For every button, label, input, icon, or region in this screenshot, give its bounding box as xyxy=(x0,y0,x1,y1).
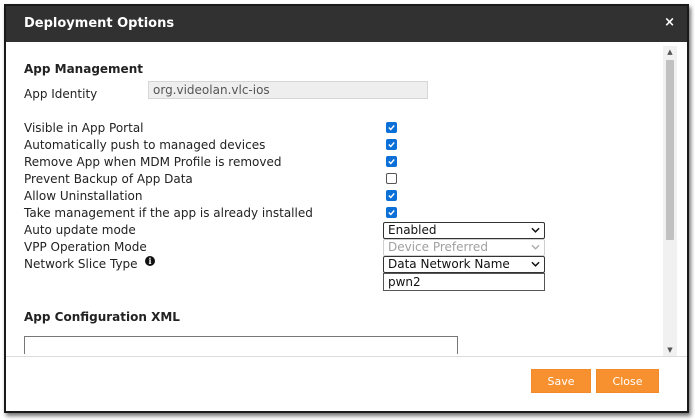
info-icon[interactable]: i xyxy=(145,256,155,266)
save-button[interactable]: Save xyxy=(531,369,591,393)
app-identity-label: App Identity xyxy=(24,87,98,101)
dialog-title: Deployment Options xyxy=(24,16,175,31)
dialog-titlebar: Deployment Options × xyxy=(6,6,687,42)
auto-push-label: Automatically push to managed devices xyxy=(24,138,266,152)
prevent-backup-checkbox[interactable] xyxy=(386,173,397,184)
take-management-label: Take management if the app is already in… xyxy=(24,206,313,220)
checkmark-icon xyxy=(388,159,395,165)
app-configuration-xml-input[interactable] xyxy=(24,336,458,354)
app-configuration-heading: App Configuration XML xyxy=(24,310,180,324)
visible-in-app-portal-checkbox[interactable] xyxy=(386,122,397,133)
network-slice-value: Data Network Name xyxy=(388,257,510,271)
chevron-down-icon xyxy=(531,244,540,250)
deployment-options-dialog: Deployment Options × App Management App … xyxy=(4,4,689,413)
scroll-up-icon[interactable]: ▲ xyxy=(663,46,677,58)
auto-push-checkbox[interactable] xyxy=(386,139,397,150)
scroll-down-icon[interactable]: ▼ xyxy=(663,344,677,356)
network-slice-input[interactable]: pwn2 xyxy=(383,273,545,291)
vpp-mode-label: VPP Operation Mode xyxy=(24,240,147,254)
vertical-scrollbar[interactable]: ▲ ▼ xyxy=(663,46,677,356)
checkmark-icon xyxy=(388,125,395,131)
close-button[interactable]: Close xyxy=(596,369,659,393)
auto-update-select[interactable]: Enabled xyxy=(383,222,545,239)
take-management-checkbox[interactable] xyxy=(386,207,397,218)
checkmark-icon xyxy=(388,210,395,216)
chevron-down-icon xyxy=(531,261,540,267)
prevent-backup-label: Prevent Backup of App Data xyxy=(24,172,193,186)
auto-update-label: Auto update mode xyxy=(24,223,136,237)
allow-uninstall-label: Allow Uninstallation xyxy=(24,189,143,203)
scrollbar-thumb[interactable] xyxy=(666,60,674,240)
dialog-footer: Save Close xyxy=(6,356,687,411)
app-management-heading: App Management xyxy=(24,62,143,76)
network-slice-select[interactable]: Data Network Name xyxy=(383,256,545,273)
app-identity-field: org.videolan.vlc-ios xyxy=(148,81,428,99)
auto-update-value: Enabled xyxy=(388,223,437,237)
vpp-mode-value: Device Preferred xyxy=(388,240,488,254)
close-icon[interactable]: × xyxy=(664,15,675,30)
dialog-body: App Management App Identity org.videolan… xyxy=(6,42,661,354)
allow-uninstall-checkbox[interactable] xyxy=(386,190,397,201)
remove-app-label: Remove App when MDM Profile is removed xyxy=(24,155,282,169)
network-slice-label: Network Slice Type xyxy=(24,257,138,271)
visible-in-app-portal-label: Visible in App Portal xyxy=(24,121,144,135)
checkmark-icon xyxy=(388,142,395,148)
remove-app-checkbox[interactable] xyxy=(386,156,397,167)
chevron-down-icon xyxy=(531,227,540,233)
vpp-mode-select: Device Preferred xyxy=(383,239,545,256)
checkmark-icon xyxy=(388,193,395,199)
